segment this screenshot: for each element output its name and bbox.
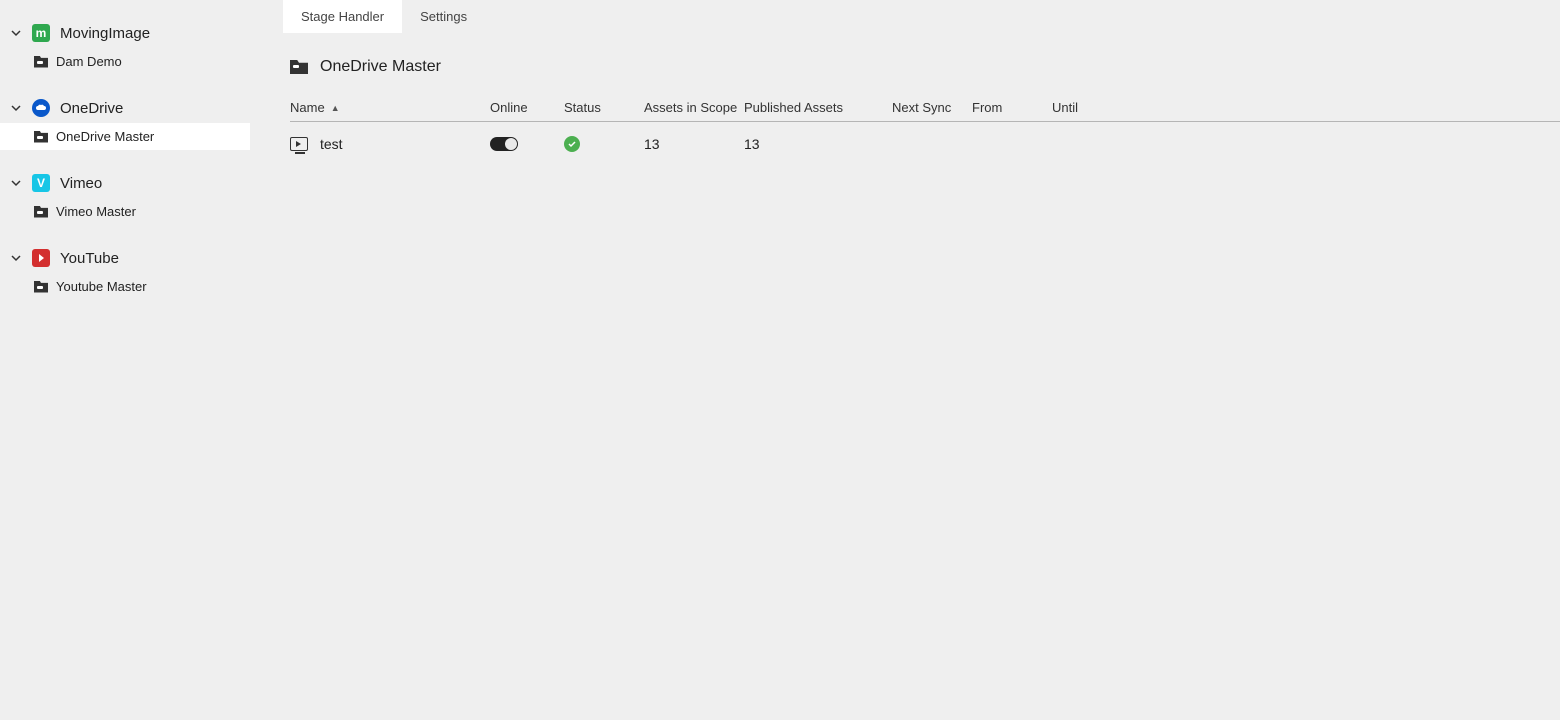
- movingimage-icon: m: [32, 24, 50, 42]
- column-assets-in-scope[interactable]: Assets in Scope: [644, 100, 744, 115]
- tree-group: OneDrive OneDrive Master: [0, 93, 250, 150]
- tree-header-vimeo[interactable]: V Vimeo: [0, 168, 250, 198]
- column-online[interactable]: Online: [490, 100, 564, 115]
- cell-online: [490, 137, 564, 151]
- tree-child-label: Youtube Master: [56, 279, 147, 294]
- folder-icon: [34, 131, 48, 143]
- status-ok-icon: [564, 136, 580, 152]
- tree-child[interactable]: Youtube Master: [0, 273, 250, 300]
- chevron-down-icon: [10, 103, 22, 113]
- tree-children: OneDrive Master: [0, 123, 250, 150]
- youtube-icon: [32, 249, 50, 267]
- cell-name-text: test: [320, 136, 343, 152]
- tree-children: Youtube Master: [0, 273, 250, 300]
- table-row[interactable]: test 1313: [290, 122, 1560, 166]
- column-name-label: Name: [290, 100, 325, 115]
- tree-children: Dam Demo: [0, 48, 250, 75]
- tree-header-label: OneDrive: [60, 100, 123, 117]
- cell-name: test: [290, 136, 490, 152]
- cell-status: [564, 136, 644, 152]
- folder-icon: [34, 56, 48, 68]
- tab-settings[interactable]: Settings: [402, 0, 485, 33]
- page-title: OneDrive Master: [320, 58, 441, 76]
- cell-published-assets: 13: [744, 136, 892, 152]
- tree-child-label: OneDrive Master: [56, 129, 154, 144]
- folder-icon: [34, 281, 48, 293]
- tree-header-onedrive[interactable]: OneDrive: [0, 93, 250, 123]
- tree-header-movingimage[interactable]: m MovingImage: [0, 18, 250, 48]
- chevron-down-icon: [10, 178, 22, 188]
- tab-stage-handler[interactable]: Stage Handler: [283, 0, 402, 33]
- tree-child[interactable]: OneDrive Master: [0, 123, 250, 150]
- onedrive-icon: [32, 99, 50, 117]
- tree-child-label: Dam Demo: [56, 54, 122, 69]
- column-name[interactable]: Name ▲: [290, 100, 490, 115]
- tabs: Stage HandlerSettings: [250, 0, 1560, 33]
- vimeo-icon: V: [32, 174, 50, 192]
- sidebar: m MovingImage Dam Demo OneDrive OneDrive Mas…: [0, 0, 250, 720]
- tree-header-youtube[interactable]: YouTube: [0, 243, 250, 273]
- online-toggle[interactable]: [490, 137, 518, 151]
- tree-group: YouTube Youtube Master: [0, 243, 250, 300]
- tree-header-label: Vimeo: [60, 175, 102, 192]
- column-published-assets[interactable]: Published Assets: [744, 100, 892, 115]
- column-next-sync[interactable]: Next Sync: [892, 100, 972, 115]
- tree-child[interactable]: Vimeo Master: [0, 198, 250, 225]
- page-title-row: OneDrive Master: [250, 33, 1560, 94]
- tree-group: V Vimeo Vimeo Master: [0, 168, 250, 225]
- table-header: Name ▲ Online Status Assets in Scope Pub…: [290, 94, 1560, 122]
- main-content: Stage HandlerSettings OneDrive Master Na…: [250, 0, 1560, 720]
- tree-children: Vimeo Master: [0, 198, 250, 225]
- column-until[interactable]: Until: [1052, 100, 1132, 115]
- tree-header-label: MovingImage: [60, 25, 150, 42]
- chevron-down-icon: [10, 28, 22, 38]
- stage-table: Name ▲ Online Status Assets in Scope Pub…: [290, 94, 1560, 166]
- folder-icon: [290, 60, 308, 74]
- tree-header-label: YouTube: [60, 250, 119, 267]
- tree-child[interactable]: Dam Demo: [0, 48, 250, 75]
- column-status[interactable]: Status: [564, 100, 644, 115]
- folder-icon: [34, 206, 48, 218]
- cell-assets-in-scope: 13: [644, 136, 744, 152]
- tree-child-label: Vimeo Master: [56, 204, 136, 219]
- column-from[interactable]: From: [972, 100, 1052, 115]
- sort-ascending-icon: ▲: [331, 103, 340, 113]
- stage-icon: [290, 137, 308, 151]
- tree-group: m MovingImage Dam Demo: [0, 18, 250, 75]
- chevron-down-icon: [10, 253, 22, 263]
